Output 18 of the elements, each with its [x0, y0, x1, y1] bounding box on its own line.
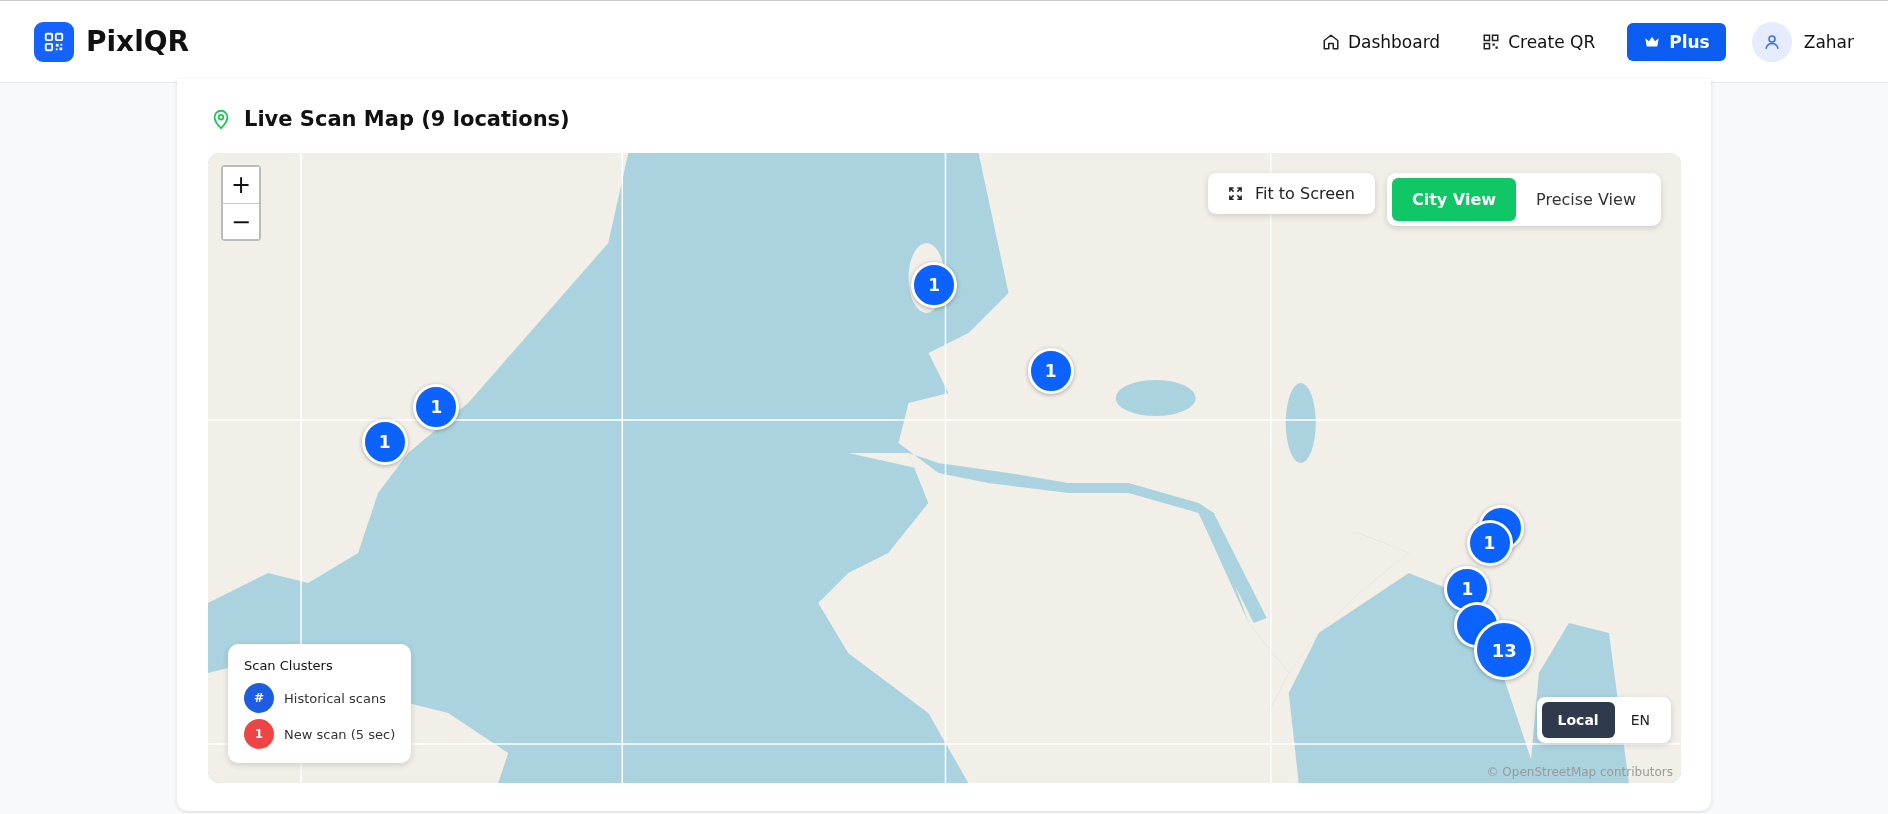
card-title: Live Scan Map (9 locations): [244, 107, 570, 131]
fit-to-screen-button[interactable]: Fit to Screen: [1208, 173, 1375, 214]
language-tab[interactable]: Local: [1541, 702, 1615, 738]
legend-title: Scan Clusters: [244, 658, 334, 673]
nav-link[interactable]: Create QR: [1472, 23, 1606, 60]
legend-label: Historical scans: [284, 690, 386, 706]
nav-link[interactable]: Dashboard: [1311, 23, 1451, 60]
user-name: Zahar: [1803, 31, 1854, 52]
legend-label: New scan (5 sec): [284, 726, 396, 742]
qr-logo-icon: [34, 21, 74, 62]
plus-button[interactable]: Plus: [1627, 22, 1726, 61]
brand-name: PixlQR: [86, 25, 190, 58]
legend-dot: 1: [244, 719, 274, 749]
legend-dot: #: [244, 683, 274, 713]
qr-code-icon: [1482, 32, 1501, 51]
home-icon: [1321, 32, 1340, 51]
zoom-out-button[interactable]: −: [223, 203, 259, 239]
expand-icon: [1228, 186, 1243, 201]
